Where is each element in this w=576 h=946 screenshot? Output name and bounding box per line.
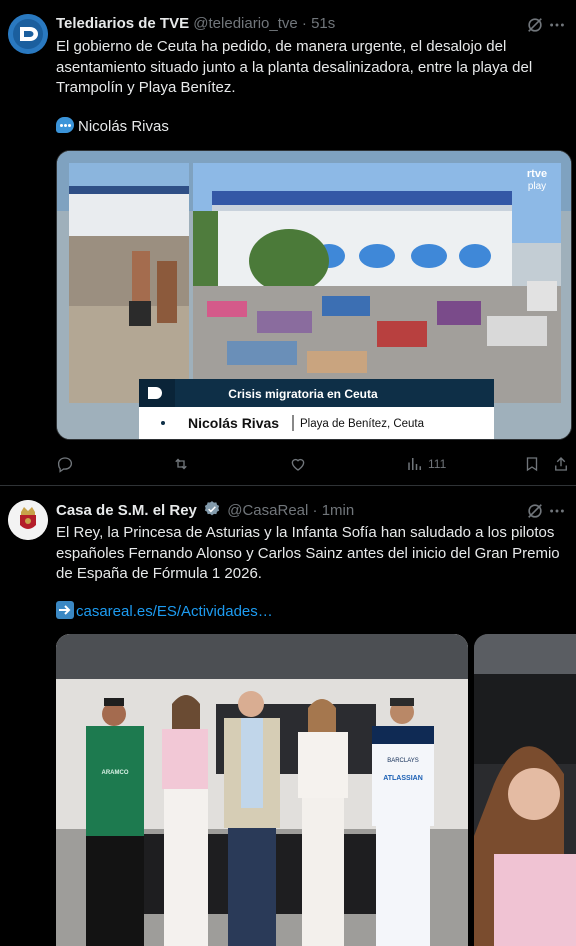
tweet-text: El gobierno de Ceuta ha pedido, de maner… [56,38,533,96]
tweet-image-second[interactable] [474,634,576,946]
more-options-icon[interactable] [548,502,566,520]
share-icon [555,457,567,471]
external-link[interactable]: casareal.es/ES/Actividades… [76,603,273,620]
heart-icon [291,458,305,471]
reply-button[interactable] [56,454,74,474]
second-photo [474,634,576,946]
sponsor-aramco: ARAMCO [102,770,129,776]
rtve-watermark: rtve [527,168,547,180]
royal-crest-icon [8,500,48,540]
author-handle[interactable]: @CasaReal [227,502,308,519]
separator-dot: · [301,15,307,32]
like-button[interactable] [289,454,307,474]
bookmark-icon [526,457,538,472]
timestamp[interactable]: 51s [311,15,335,32]
play-watermark: play [528,181,546,192]
settlement-photo: rtve play Crisis migratoria en Ceuta Nic… [57,151,571,439]
reply-icon [57,457,73,473]
repost-button[interactable] [172,454,190,474]
repost-icon [175,458,187,470]
tweet-image-royal-family[interactable]: ATLASSIAN BARCLAYS ARAMCO [56,634,468,946]
tve-logo-icon [148,387,162,399]
author-name[interactable]: Casa de S.M. el Rey [56,502,197,519]
tweet-image-settlement[interactable]: rtve play Crisis migratoria en Ceuta Nic… [56,150,572,440]
sponsor-barclays: BARCLAYS [387,758,419,764]
verified-badge-icon [204,501,220,516]
royal-family-photo: ATLASSIAN BARCLAYS ARAMCO [56,634,468,946]
author-name[interactable]: Telediarios de TVE [56,15,189,32]
credit-name: Nicolás Rivas [78,118,169,135]
speech-bubble-icon [56,117,74,133]
lower-third-title: Crisis migratoria en Ceuta [228,387,378,401]
bookmark-button[interactable] [523,454,541,474]
tweet-header: Casa de S.M. el Rey @CasaReal · 1min [56,500,354,520]
grok-icon[interactable] [526,502,544,520]
tweet-telediarios[interactable]: Telediarios de TVE @telediario_tve · 51s… [0,0,576,486]
grok-icon[interactable] [526,16,544,34]
sponsor-atlassian: ATLASSIAN [383,775,423,782]
link-line: casareal.es/ES/Actividades… [56,601,273,622]
lower-third-name: Nicolás Rivas [188,415,279,431]
share-button[interactable] [552,454,570,474]
more-options-icon[interactable] [548,16,566,34]
views-count: 111 [428,457,447,471]
avatar-casa-real[interactable] [8,500,48,540]
tweet-actions: 111 [56,454,568,474]
author-handle[interactable]: @telediario_tve [193,15,297,32]
right-arrow-emoji-icon [56,601,74,619]
avatar-telediarios[interactable] [8,14,48,54]
separator-dot: · [312,502,318,519]
tweet-text: El Rey, la Princesa de Asturias y la Inf… [56,524,560,582]
views-chart-icon [408,458,421,470]
views-button[interactable]: 111 [406,454,446,474]
timestamp[interactable]: 1min [322,502,355,519]
tweet-header: Telediarios de TVE @telediario_tve · 51s [56,14,335,34]
credit-line: Nicolás Rivas [56,117,169,137]
telediarios-logo-icon [8,14,48,54]
lower-third-location: Playa de Benítez, Ceuta [300,418,425,430]
